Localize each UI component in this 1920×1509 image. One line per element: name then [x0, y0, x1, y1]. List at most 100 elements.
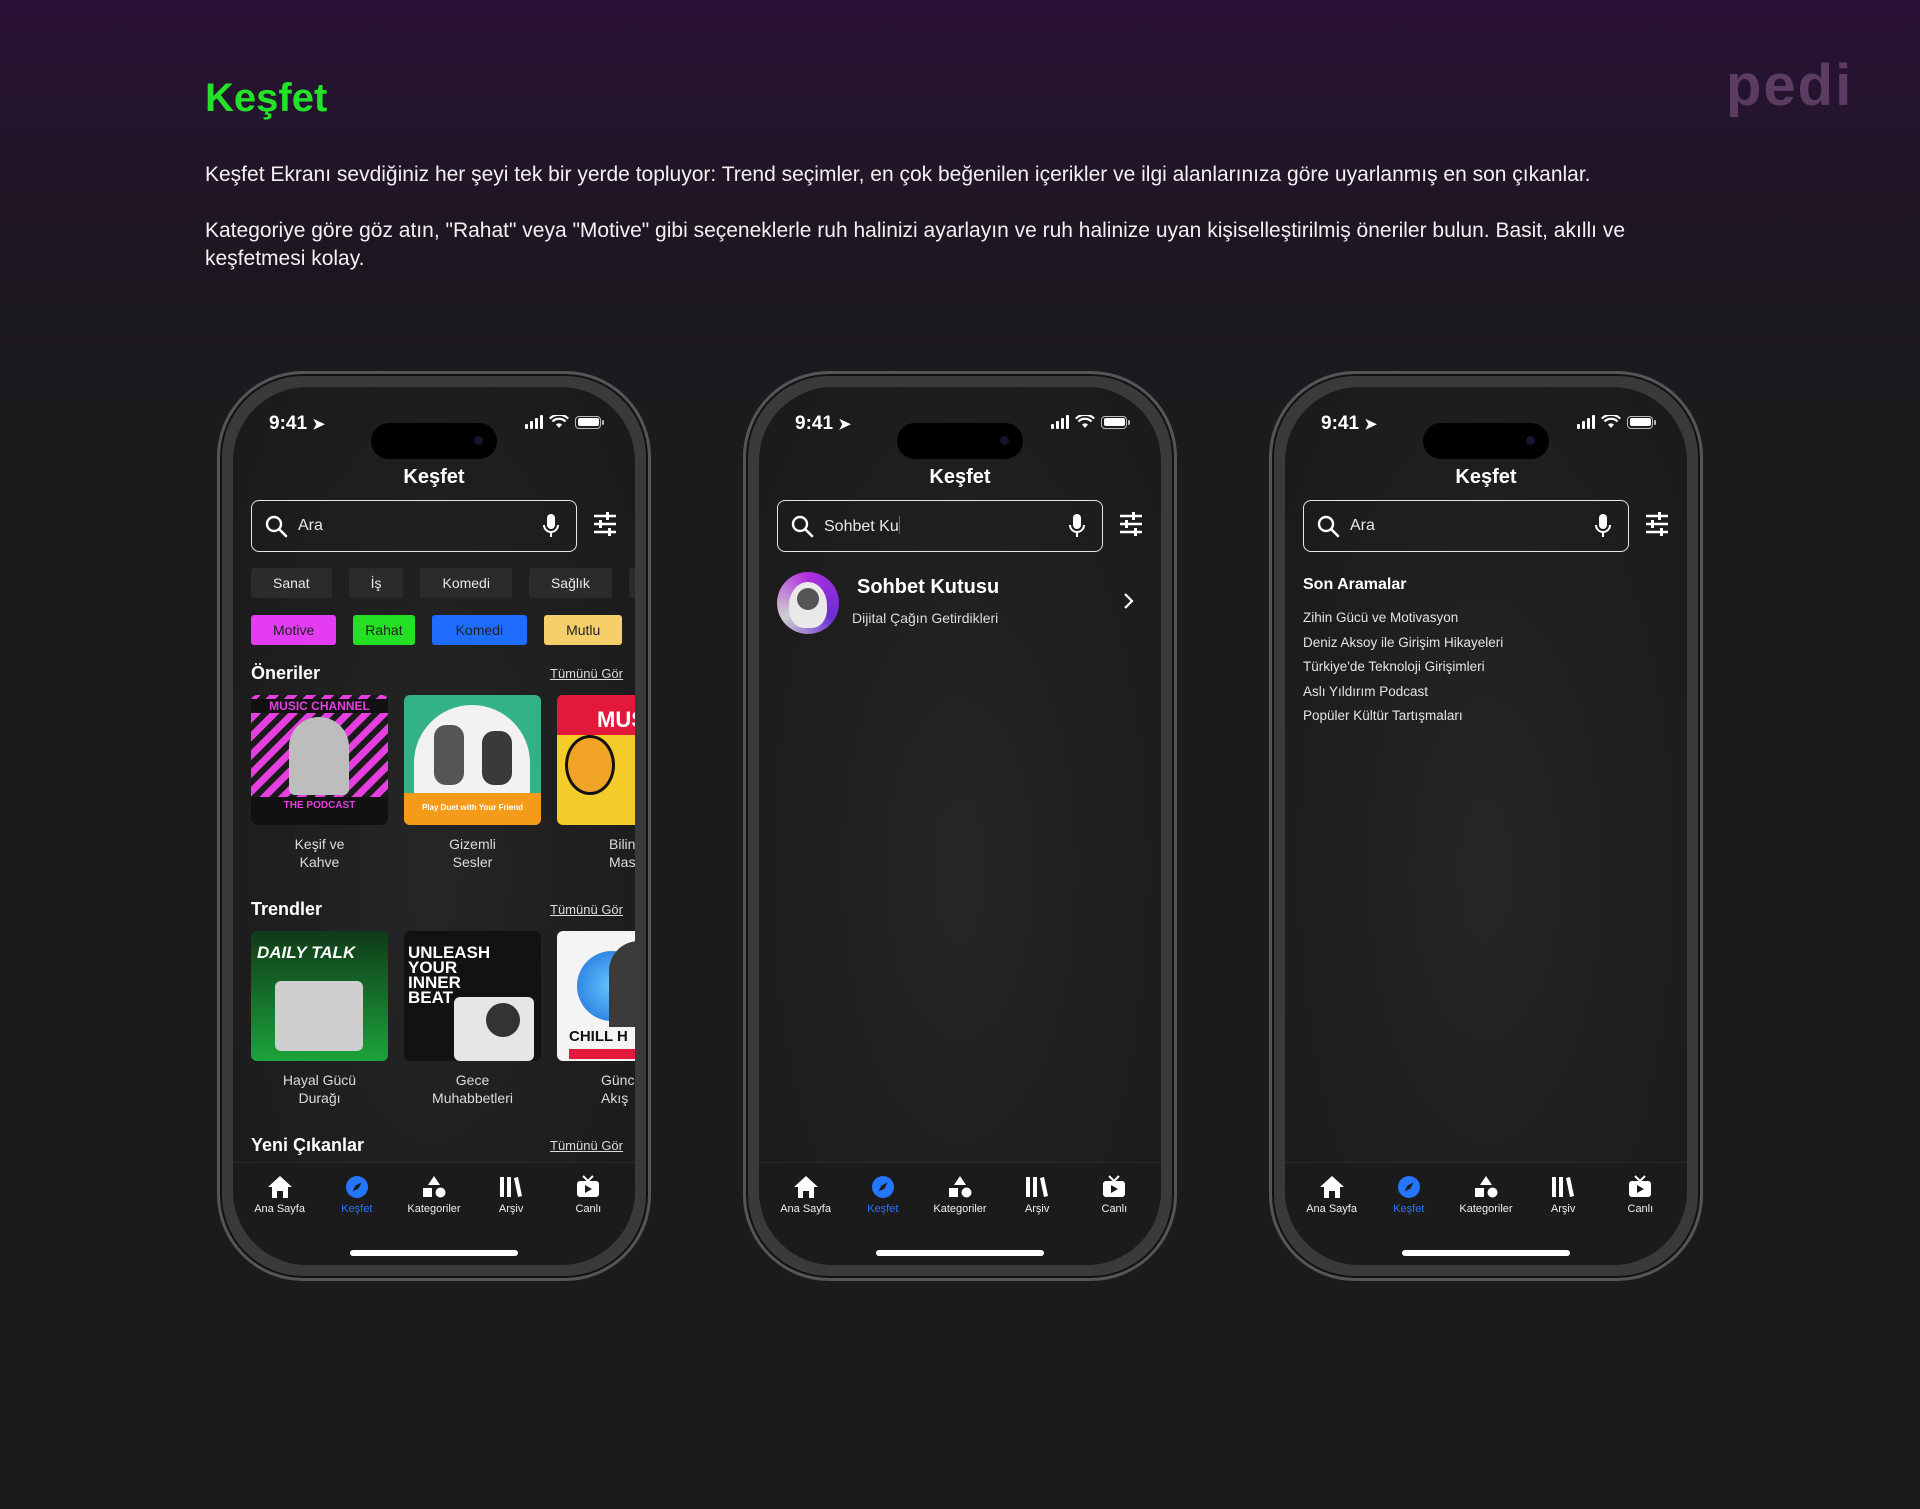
brand-logo: pedi	[1726, 53, 1854, 118]
see-all-link[interactable]: Tümünü Gör	[550, 899, 623, 920]
recent-searches: Son Aramalar Zihin Gücü ve Motivasyon De…	[1303, 576, 1503, 729]
search-bar[interactable]: Sohbet Ku	[777, 500, 1103, 552]
podcast-cover: MUSI	[557, 695, 635, 825]
result-title: Sohbet Kutusu	[857, 576, 1000, 598]
tab-arsiv[interactable]: Arşiv	[473, 1175, 549, 1215]
tab-kesfet[interactable]: Keşfet	[845, 1175, 921, 1215]
wifi-icon	[549, 415, 569, 428]
chevron-right-icon	[1124, 593, 1134, 609]
tab-kesfet[interactable]: Keşfet	[319, 1175, 395, 1215]
screen-title: Keşfet	[403, 466, 465, 488]
podcast-card[interactable]: UNLEASH YOUR INNER BEAT Gece Muhabbetler…	[404, 931, 541, 1107]
status-time: 9:41 ➤	[269, 413, 325, 434]
phone-screen: 9:41 ➤ Keşfet Ara Son Aramalar Zihin Güc…	[1285, 387, 1687, 1265]
tab-ana-sayfa[interactable]: Ana Sayfa	[1294, 1175, 1370, 1215]
live-tv-icon	[1629, 1175, 1652, 1197]
podcast-cover: CHILL H	[557, 931, 635, 1061]
podcast-cover: Play Duet with Your Friend	[404, 695, 541, 825]
search-result-item[interactable]: Sohbet Kutusu Dijital Çağın Getirdikleri	[777, 572, 1143, 636]
podcast-cover: DAILY TALK	[251, 931, 388, 1061]
podcast-cover: UNLEASH YOUR INNER BEAT	[404, 931, 541, 1061]
card-caption: Gizemli Sesler	[449, 836, 496, 870]
chip-sanat[interactable]: Sanat	[251, 568, 332, 598]
phone-recent-searches: 9:41 ➤ Keşfet Ara Son Aramalar Zihin Güc…	[1269, 371, 1703, 1281]
signal-icon	[1051, 415, 1069, 429]
battery-icon	[1101, 415, 1130, 429]
shapes-icon	[948, 1176, 972, 1198]
recent-search-item[interactable]: Deniz Aksoy ile Girişim Hikayeleri	[1303, 631, 1503, 656]
section-trendler: Trendler Tümünü Gör DAILY TALK Hayal Güc…	[251, 899, 635, 1107]
mood-chips: Motive Rahat Komedi Mutlu	[251, 615, 635, 645]
tab-canli[interactable]: Canlı	[1602, 1175, 1678, 1215]
recent-search-item[interactable]: Popüler Kültür Tartışmaları	[1303, 704, 1503, 729]
chip-saglik[interactable]: Sağlık	[528, 568, 612, 598]
search-input[interactable]: Ara	[298, 517, 542, 535]
compass-icon	[1397, 1176, 1420, 1198]
phone-search-typing: 9:41 ➤ Keşfet Sohbet Ku Sohbet Kutusu Di…	[743, 371, 1177, 1281]
podcast-card[interactable]: Play Duet with Your Friend Gizemli Sesle…	[404, 695, 541, 871]
tab-kategoriler[interactable]: Kategoriler	[396, 1175, 472, 1215]
live-tv-icon	[1103, 1175, 1126, 1197]
search-input[interactable]: Sohbet Ku	[824, 516, 1068, 536]
tab-arsiv[interactable]: Arşiv	[999, 1175, 1075, 1215]
search-bar[interactable]: Ara	[251, 500, 577, 552]
chip-komedi[interactable]: Komedi	[420, 568, 512, 598]
status-bar: 9:41 ➤	[1285, 413, 1687, 459]
filter-sliders-icon[interactable]	[592, 511, 618, 537]
card-caption: Bilin Masa	[609, 836, 635, 870]
search-input[interactable]: Ara	[1350, 517, 1594, 535]
filter-sliders-icon[interactable]	[1118, 511, 1144, 537]
recent-searches-title: Son Aramalar	[1303, 576, 1407, 593]
tab-canli[interactable]: Canlı	[1076, 1175, 1152, 1215]
podcast-card[interactable]: CHILL H Günc Akış	[557, 931, 635, 1107]
library-icon	[1552, 1177, 1575, 1197]
library-icon	[500, 1177, 523, 1197]
tab-bar: Ana Sayfa Keşfet Kategoriler Arşiv Canlı	[759, 1162, 1161, 1265]
mood-chip-rahat[interactable]: Rahat	[353, 615, 415, 645]
tab-kategoriler[interactable]: Kategoriler	[1448, 1175, 1524, 1215]
tab-ana-sayfa[interactable]: Ana Sayfa	[242, 1175, 318, 1215]
recent-search-item[interactable]: Aslı Yıldırım Podcast	[1303, 680, 1503, 705]
chip-is[interactable]: İş	[348, 568, 404, 598]
search-bar[interactable]: Ara	[1303, 500, 1629, 552]
compass-icon	[345, 1176, 368, 1198]
battery-icon	[1627, 415, 1656, 429]
see-all-link[interactable]: Tümünü Gör	[550, 1135, 623, 1156]
tab-bar: Ana Sayfa Keşfet Kategoriler Arşiv Canlı	[1285, 1162, 1687, 1265]
microphone-icon[interactable]	[1594, 513, 1612, 539]
mood-chip-mutlu[interactable]: Mutlu	[544, 615, 623, 645]
status-bar: 9:41 ➤	[233, 413, 635, 459]
podcast-card[interactable]: DAILY TALK Hayal Gücü Durağı	[251, 931, 388, 1107]
mood-chip-motive[interactable]: Motive	[251, 615, 337, 645]
signal-icon	[525, 415, 543, 429]
screen-title: Keşfet	[1455, 466, 1517, 488]
battery-icon	[575, 415, 604, 429]
compass-icon	[871, 1176, 894, 1198]
card-caption: Keşif ve Kahve	[294, 836, 345, 870]
section-title: Yeni Çıkanlar	[251, 1135, 365, 1155]
section-title: Trendler	[251, 899, 323, 919]
home-icon	[793, 1176, 818, 1198]
see-all-link[interactable]: Tümünü Gör	[550, 663, 623, 684]
mood-chip-komedi[interactable]: Komedi	[431, 615, 528, 645]
home-indicator	[876, 1250, 1044, 1256]
tab-ana-sayfa[interactable]: Ana Sayfa	[768, 1175, 844, 1215]
microphone-icon[interactable]	[542, 513, 560, 539]
tab-kesfet[interactable]: Keşfet	[1371, 1175, 1447, 1215]
category-chips: Sanat İş Komedi Sağlık	[251, 568, 635, 598]
home-indicator	[1402, 1250, 1570, 1256]
filter-sliders-icon[interactable]	[1644, 511, 1670, 537]
result-subtitle: Dijital Çağın Getirdikleri	[852, 610, 999, 626]
podcast-card[interactable]: MUSIC CHANNEL THE PODCAST Keşif ve Kahve	[251, 695, 388, 871]
podcast-cover: MUSIC CHANNEL THE PODCAST	[251, 695, 388, 825]
home-indicator	[350, 1250, 518, 1256]
recent-search-item[interactable]: Zihin Gücü ve Motivasyon	[1303, 606, 1503, 631]
podcast-card[interactable]: MUSI Bilin Masa	[557, 695, 635, 871]
tab-arsiv[interactable]: Arşiv	[1525, 1175, 1601, 1215]
microphone-icon[interactable]	[1068, 513, 1086, 539]
tab-kategoriler[interactable]: Kategoriler	[922, 1175, 998, 1215]
tab-canli[interactable]: Canlı	[550, 1175, 626, 1215]
card-caption: Gece Muhabbetleri	[432, 1072, 513, 1106]
chip-more[interactable]	[628, 568, 635, 598]
recent-search-item[interactable]: Türkiye'de Teknoloji Girişimleri	[1303, 655, 1503, 680]
